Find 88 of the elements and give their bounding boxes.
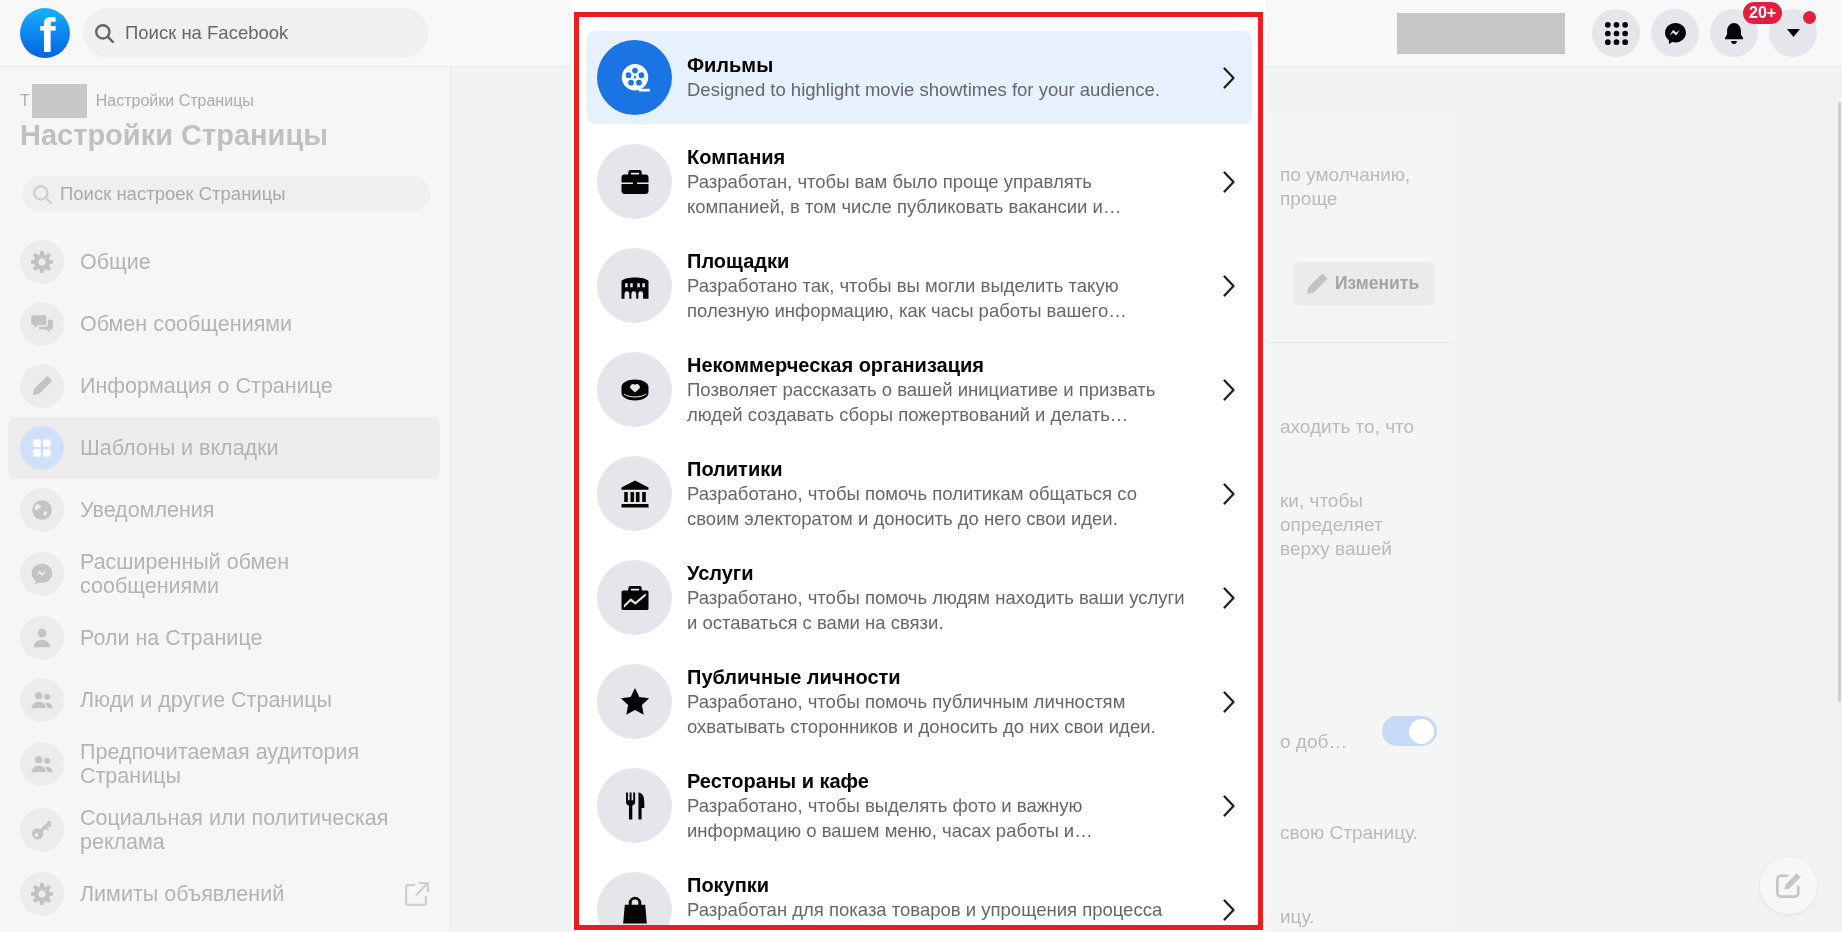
category-option[interactable]: Политики Разработано, чтобы помочь политикам общаться со своим электоратом и доносить до него свои идеи. bbox=[587, 447, 1252, 540]
sidebar-item[interactable]: Обмен сообщениями bbox=[8, 293, 440, 355]
logo[interactable]: f bbox=[20, 8, 70, 58]
option-title: Площадки bbox=[687, 248, 791, 273]
sidebar-item[interactable]: Социальная или политическая реклама bbox=[8, 797, 440, 863]
search-icon bbox=[33, 184, 52, 204]
dots-grid-icon bbox=[1604, 21, 1628, 45]
people-icon bbox=[20, 742, 64, 786]
grid-icon bbox=[20, 426, 64, 470]
category-option[interactable]: Услуги Разработано, чтобы помочь людям находить ваши услуги и оставаться с вами на связи. bbox=[587, 551, 1252, 644]
sidebar-item[interactable]: Предпочитаемая аудитория Страницы bbox=[8, 731, 440, 797]
scrollbar[interactable] bbox=[1838, 102, 1841, 702]
sidebar-item[interactable]: Информация о Странице bbox=[8, 355, 440, 417]
option-title: Публичные личности bbox=[687, 664, 902, 689]
option-description: Разработано, чтобы помочь публичным личностям охватывать сторонников и доносить до них свои идеи. bbox=[687, 689, 1157, 739]
chevron-right-icon bbox=[1222, 169, 1236, 194]
option-description: Разработано, чтобы помочь людям находить ваши услуги и оставаться с вами на связи. bbox=[687, 585, 1186, 635]
chevron-right-icon bbox=[1222, 65, 1236, 90]
search-icon bbox=[95, 23, 114, 43]
speech-bubble-icon bbox=[20, 552, 64, 596]
category-option[interactable]: Публичные личности Разработано, чтобы помочь публичным личностям охватывать сторонников и доносить до них свои идеи. bbox=[587, 655, 1252, 748]
sidebar-item[interactable]: Люди и другие Страницы bbox=[8, 669, 440, 731]
breadcrumb-item[interactable]: Т bbox=[20, 92, 30, 110]
gear-icon bbox=[20, 872, 64, 916]
category-option[interactable]: Рестораны и кафе Разработано, чтобы выделять фото и важную информацию о вашем меню, часах работы и… bbox=[587, 759, 1252, 852]
pencil-icon bbox=[20, 364, 64, 408]
breadcrumb-current: Настройки Страницы bbox=[95, 92, 254, 110]
option-title: Фильмы bbox=[687, 53, 775, 77]
option-description: Разработан для показа товаров и упрощения процесса bbox=[687, 897, 1164, 922]
notification-badge: 20+ bbox=[1743, 2, 1783, 24]
sidebar-item[interactable]: Уведомления bbox=[8, 479, 440, 541]
caret-down-icon bbox=[1786, 29, 1800, 37]
text-fragment: свою Страницу. bbox=[1280, 821, 1418, 845]
grid-menu-button[interactable] bbox=[1592, 9, 1640, 57]
option-title: Услуги bbox=[687, 560, 755, 585]
chevron-right-icon bbox=[1222, 793, 1236, 818]
chevron-right-icon bbox=[1222, 689, 1236, 714]
toggle-switch[interactable] bbox=[1382, 716, 1437, 746]
category-option[interactable]: Фильмы Designed to highlight movie showtimes for your audience. bbox=[587, 31, 1252, 124]
chat-button[interactable] bbox=[1651, 9, 1699, 57]
text-fragment: проще bbox=[1280, 187, 1339, 211]
gear-icon bbox=[20, 240, 64, 284]
sidebar-item[interactable]: Шаблоны и вкладки bbox=[8, 417, 440, 479]
chevron-right-icon bbox=[1222, 481, 1236, 506]
pencil-icon bbox=[1307, 273, 1327, 294]
sidebar-item[interactable]: Общие bbox=[8, 231, 440, 293]
option-description: Позволяет рассказать о вашей инициативе и призвать людей создавать сборы пожертвований и делать… bbox=[687, 377, 1157, 427]
option-description: Разработано так, чтобы вы могли выделить такую полезную информацию, как часы работы вашего… bbox=[687, 273, 1128, 323]
option-description: Разработан, чтобы вам было проще управлять компанией, в том числе публиковать вакансии и… bbox=[687, 169, 1123, 219]
edit-square-icon bbox=[1776, 873, 1801, 898]
chat-bubbles-icon bbox=[20, 302, 64, 346]
sidebar-item[interactable]: Расширенный обмен сообщениями bbox=[8, 541, 440, 607]
category-option[interactable]: Компания Разработан, чтобы вам было проще управлять компанией, в том числе публиковать вакансии и… bbox=[587, 135, 1252, 228]
option-title: Политики bbox=[687, 456, 784, 481]
option-title: Покупки bbox=[687, 872, 771, 897]
chevron-right-icon bbox=[1222, 377, 1236, 402]
text-fragment: определяет bbox=[1280, 513, 1384, 537]
text-fragment: верху вашей bbox=[1280, 537, 1392, 561]
speech-bubble-icon bbox=[1664, 22, 1686, 44]
sidebar-item[interactable]: Роли на Странице bbox=[8, 607, 440, 669]
chevron-right-icon bbox=[1222, 585, 1236, 610]
text-fragment: о доб… bbox=[1280, 730, 1348, 754]
category-option[interactable]: Покупки Разработан для показа товаров и упрощения процесса bbox=[587, 863, 1252, 925]
settings-search-field[interactable]: Поиск настроек Страницы bbox=[22, 176, 430, 212]
option-description: Designed to highlight movie showtimes for your audience. bbox=[687, 78, 1162, 102]
text-fragment: по умолчанию, bbox=[1280, 163, 1411, 187]
text-fragment: ки, чтобы bbox=[1280, 489, 1364, 513]
category-option[interactable]: Некоммерческая организация Позволяет рассказать о вашей инициативе и призвать людей создавать сборы пожертвований и делать… bbox=[587, 343, 1252, 436]
option-title: Некоммерческая организация bbox=[687, 352, 985, 377]
option-title: Рестораны и кафе bbox=[687, 768, 870, 793]
option-title: Компания bbox=[687, 144, 787, 169]
option-description: Разработано, чтобы выделять фото и важную информацию о вашем меню, часах работы и… bbox=[687, 793, 1094, 843]
globe-icon bbox=[20, 488, 64, 532]
chevron-right-icon bbox=[1222, 273, 1236, 298]
people-icon bbox=[20, 678, 64, 722]
redaction-block bbox=[31, 84, 87, 118]
option-description: Разработано, чтобы помочь политикам общаться со своим электоратом и доносить до него свои идеи. bbox=[687, 481, 1138, 531]
key-icon bbox=[20, 808, 64, 852]
chevron-right-icon bbox=[1222, 897, 1236, 922]
bell-icon bbox=[1725, 22, 1743, 44]
shopping-bag-icon bbox=[597, 872, 672, 925]
sidebar-item[interactable]: Лимиты объявлений bbox=[8, 863, 440, 925]
search-field[interactable]: Поиск на Facebook bbox=[83, 8, 428, 58]
text-fragment: аходить то, что bbox=[1280, 415, 1415, 439]
text-fragment: ицу. bbox=[1280, 905, 1315, 929]
category-option[interactable]: Площадки Разработано так, чтобы вы могли выделить такую полезную информацию, как часы работы вашего… bbox=[587, 239, 1252, 332]
person-icon bbox=[20, 616, 64, 660]
edit-button[interactable]: Изменить bbox=[1293, 262, 1435, 305]
